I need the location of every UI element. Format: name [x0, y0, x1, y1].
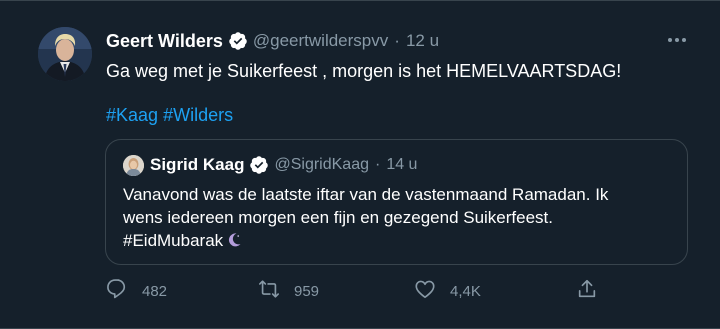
verified-badge-icon [249, 155, 269, 175]
like-count: 4,4K [450, 282, 481, 300]
quoted-tweet-timestamp[interactable]: 14 u [386, 156, 417, 174]
quoted-author-name[interactable]: Sigrid Kaag [150, 155, 244, 175]
author-name[interactable]: Geert Wilders [106, 31, 223, 52]
quoted-text-line: wens iedereen morgen een fijn en gezegen… [123, 208, 554, 227]
quoted-hashtag[interactable]: #EidMubarak [123, 231, 223, 250]
tweet-text: Ga weg met je Suikerfeest , morgen is he… [106, 61, 622, 81]
share-button[interactable] [576, 278, 598, 304]
tweet-actions: 482 959 4,4K [106, 278, 606, 304]
quoted-text-line-hashtag: #EidMubarak [123, 229, 683, 252]
separator-dot: · [374, 156, 381, 173]
crescent-moon-icon [226, 231, 242, 247]
quoted-author-handle[interactable]: @SigridKaag [274, 156, 369, 174]
hashtag-link[interactable]: #Kaag [106, 105, 158, 125]
more-horizontal-icon[interactable] [664, 30, 690, 50]
retweet-count: 959 [294, 282, 320, 300]
tweet-hashtags: #Kaag #Wilders [106, 103, 233, 127]
quoted-tweet-header: Sigrid Kaag @SigridKaag · 14 u [150, 153, 417, 177]
retweet-button[interactable]: 959 [258, 278, 319, 304]
reply-icon [106, 278, 128, 304]
heart-icon [414, 278, 436, 304]
quoted-tweet-text: Vanavond was de laatste iftar van de vas… [123, 183, 683, 252]
quoted-avatar[interactable] [123, 155, 144, 176]
quoted-text-line: Vanavond was de laatste iftar van de vas… [123, 185, 609, 204]
tweet-timestamp[interactable]: 12 u [406, 31, 439, 51]
hashtag-link[interactable]: #Wilders [163, 105, 233, 125]
avatar-portrait-icon [38, 27, 92, 81]
share-icon [576, 278, 598, 304]
verified-badge-icon [228, 31, 248, 51]
separator-dot: · [394, 31, 400, 50]
quoted-tweet[interactable]: Sigrid Kaag @SigridKaag · 14 u Vanavond … [105, 139, 688, 265]
quoted-avatar-portrait-icon [123, 155, 144, 176]
reply-count: 482 [142, 282, 168, 300]
reply-button[interactable]: 482 [106, 278, 167, 304]
author-handle[interactable]: @geertwilderspvv [253, 31, 388, 51]
tweet[interactable]: Geert Wilders @geertwilderspvv · 12 u Ga… [0, 0, 720, 329]
retweet-icon [258, 278, 280, 304]
like-button[interactable]: 4,4K [414, 278, 481, 304]
avatar[interactable] [38, 27, 92, 81]
tweet-header: Geert Wilders @geertwilderspvv · 12 u [106, 28, 439, 54]
